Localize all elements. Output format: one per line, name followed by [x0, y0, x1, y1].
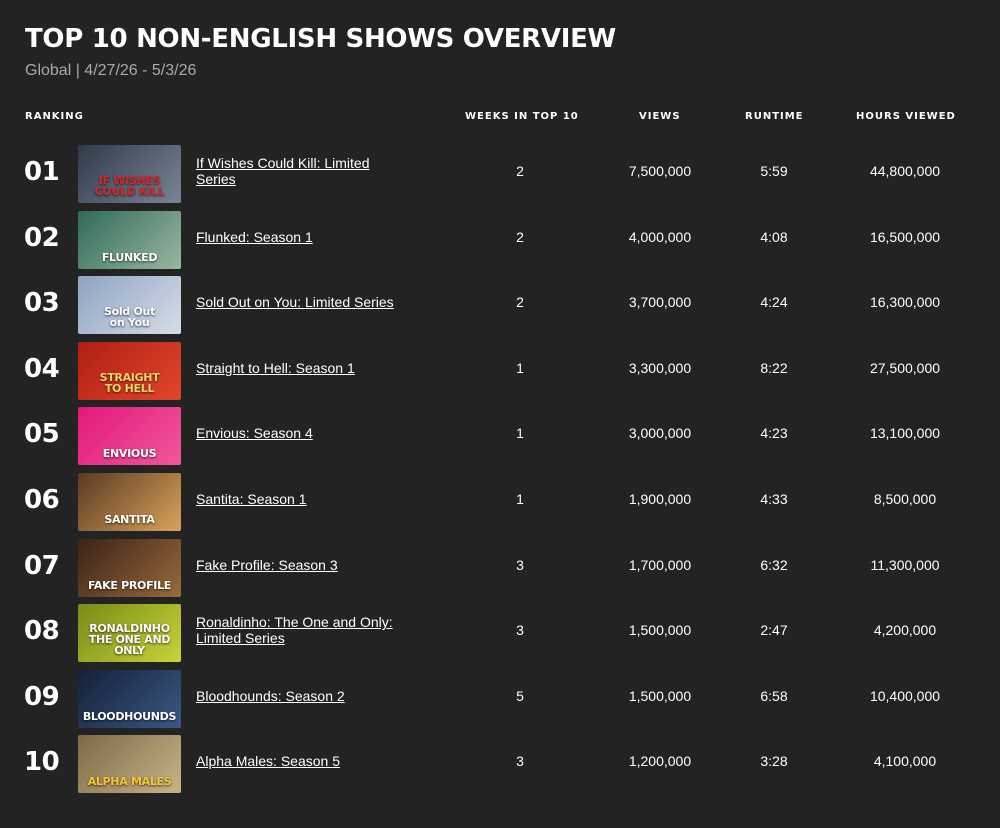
- show-thumbnail[interactable]: ALPHA MALES: [78, 735, 181, 794]
- header-views: VIEWS: [639, 111, 681, 122]
- runtime-value: 5:59: [760, 163, 788, 179]
- show-thumbnail[interactable]: SANTITA: [78, 472, 181, 531]
- show-thumbnail[interactable]: STRAIGHT TO HELL: [78, 341, 181, 400]
- hours-viewed-value: 13,100,000: [869, 425, 941, 442]
- show-thumbnail[interactable]: Sold Out on You: [78, 276, 181, 335]
- header-runtime: RUNTIME: [745, 111, 804, 122]
- hours-viewed-value: 16,500,000: [869, 228, 941, 245]
- runtime-value: 6:32: [760, 556, 788, 573]
- rank-number: 08: [24, 616, 60, 647]
- show-title-link[interactable]: Flunked: Season 1: [196, 208, 406, 266]
- show-title-link[interactable]: Straight to Hell: Season 1: [196, 339, 406, 397]
- page-title: TOP 10 NON-ENGLISH SHOWS OVERVIEW: [25, 24, 616, 54]
- hours-viewed-value: 10,400,000: [869, 687, 941, 704]
- hours-viewed-value: 16,300,000: [869, 294, 941, 311]
- rank-number: 02: [24, 222, 60, 253]
- weeks-in-top-10-value: 2: [516, 163, 524, 179]
- rank-number: 03: [24, 288, 60, 319]
- show-thumbnail[interactable]: RONALDINHO THE ONE AND ONLY: [78, 604, 181, 663]
- views-value: 1,500,000: [628, 687, 692, 704]
- runtime-value: 2:47: [760, 622, 788, 639]
- header-ranking: RANKING: [25, 111, 84, 122]
- show-thumbnail[interactable]: FLUNKED: [78, 210, 181, 269]
- views-value: 1,700,000: [628, 556, 692, 573]
- thumbnail-title-art: FLUNKED: [101, 250, 158, 264]
- rank-number: 10: [24, 747, 60, 778]
- views-value: 7,500,000: [628, 163, 692, 179]
- weeks-in-top-10-value: 5: [516, 687, 524, 704]
- rank-number: 04: [24, 353, 60, 384]
- runtime-value: 4:08: [760, 228, 788, 245]
- ranking-table: 01 IF WISHES COULD KILL If Wishes Could …: [0, 142, 1000, 798]
- views-value: 4,000,000: [628, 228, 692, 245]
- show-thumbnail[interactable]: FAKE PROFILE: [78, 538, 181, 597]
- show-title-link[interactable]: Sold Out on You: Limited Series: [196, 273, 406, 331]
- thumbnail-title-art: FAKE PROFILE: [87, 578, 172, 592]
- header-weeks-in-top-10: WEEKS IN TOP 10: [465, 111, 579, 122]
- rank-number: 05: [24, 419, 60, 450]
- weeks-in-top-10-value: 3: [516, 556, 524, 573]
- rank-number: 09: [24, 681, 60, 712]
- runtime-value: 3:28: [760, 753, 788, 770]
- weeks-in-top-10-value: 2: [516, 228, 524, 245]
- thumbnail-title-art: STRAIGHT TO HELL: [99, 370, 160, 395]
- runtime-value: 4:33: [760, 490, 788, 507]
- show-thumbnail[interactable]: ENVIOUS: [78, 407, 181, 466]
- hours-viewed-value: 44,800,000: [869, 163, 941, 179]
- show-title-link[interactable]: Alpha Males: Season 5: [196, 732, 406, 790]
- views-value: 3,300,000: [628, 359, 692, 376]
- thumbnail-title-art: Sold Out on You: [104, 305, 155, 330]
- show-title-link[interactable]: Santita: Season 1: [196, 470, 406, 528]
- views-value: 1,900,000: [628, 490, 692, 507]
- runtime-value: 6:58: [760, 687, 788, 704]
- hours-viewed-value: 27,500,000: [869, 359, 941, 376]
- runtime-value: 4:23: [760, 425, 788, 442]
- weeks-in-top-10-value: 3: [516, 622, 524, 639]
- thumbnail-title-art: BLOODHOUNDS: [82, 709, 177, 723]
- table-row: 08 RONALDINHO THE ONE AND ONLY Ronaldinh…: [0, 601, 1000, 667]
- weeks-in-top-10-value: 1: [516, 425, 524, 442]
- rank-number: 07: [24, 550, 60, 581]
- show-title-link[interactable]: Bloodhounds: Season 2: [196, 667, 406, 725]
- runtime-value: 4:24: [760, 294, 788, 311]
- thumbnail-title-art: IF WISHES COULD KILL: [94, 174, 165, 198]
- rank-number: 01: [24, 157, 60, 187]
- table-row: 02 FLUNKED Flunked: Season 1 2 4,000,000…: [0, 208, 1000, 274]
- table-row: 05 ENVIOUS Envious: Season 4 1 3,000,000…: [0, 404, 1000, 470]
- weeks-in-top-10-value: 3: [516, 753, 524, 770]
- show-title-link[interactable]: Fake Profile: Season 3: [196, 536, 406, 594]
- hours-viewed-value: 4,100,000: [873, 753, 937, 770]
- rank-number: 06: [24, 484, 60, 515]
- show-thumbnail[interactable]: BLOODHOUNDS: [78, 669, 181, 728]
- hours-viewed-value: 8,500,000: [873, 490, 937, 507]
- views-value: 3,000,000: [628, 425, 692, 442]
- views-value: 1,500,000: [628, 622, 692, 639]
- thumbnail-title-art: ALPHA MALES: [87, 775, 172, 789]
- table-row: 01 IF WISHES COULD KILL If Wishes Could …: [0, 142, 1000, 208]
- table-row: 07 FAKE PROFILE Fake Profile: Season 3 3…: [0, 536, 1000, 602]
- table-row: 06 SANTITA Santita: Season 1 1 1,900,000…: [0, 470, 1000, 536]
- weeks-in-top-10-value: 1: [516, 490, 524, 507]
- table-row: 03 Sold Out on You Sold Out on You: Limi…: [0, 273, 1000, 339]
- thumbnail-title-art: SANTITA: [104, 512, 155, 526]
- weeks-in-top-10-value: 1: [516, 359, 524, 376]
- hours-viewed-value: 4,200,000: [873, 622, 937, 639]
- runtime-value: 8:22: [760, 359, 788, 376]
- views-value: 3,700,000: [628, 294, 692, 311]
- thumbnail-title-art: RONALDINHO THE ONE AND ONLY: [88, 622, 171, 658]
- hours-viewed-value: 11,300,000: [870, 556, 940, 573]
- show-title-link[interactable]: Envious: Season 4: [196, 404, 406, 462]
- weeks-in-top-10-value: 2: [516, 294, 524, 311]
- table-row: 09 BLOODHOUNDS Bloodhounds: Season 2 5 1…: [0, 667, 1000, 733]
- views-value: 1,200,000: [628, 753, 692, 770]
- show-title-link[interactable]: Ronaldinho: The One and Only: Limited Se…: [196, 601, 406, 659]
- show-thumbnail[interactable]: IF WISHES COULD KILL: [78, 145, 181, 203]
- header-hours-viewed: HOURS VIEWED: [856, 111, 956, 122]
- table-row: 10 ALPHA MALES Alpha Males: Season 5 3 1…: [0, 732, 1000, 798]
- table-row: 04 STRAIGHT TO HELL Straight to Hell: Se…: [0, 339, 1000, 405]
- thumbnail-title-art: ENVIOUS: [102, 447, 157, 461]
- show-title-link[interactable]: If Wishes Could Kill: Limited Series: [196, 142, 406, 200]
- page-subtitle: Global | 4/27/26 - 5/3/26: [25, 62, 197, 79]
